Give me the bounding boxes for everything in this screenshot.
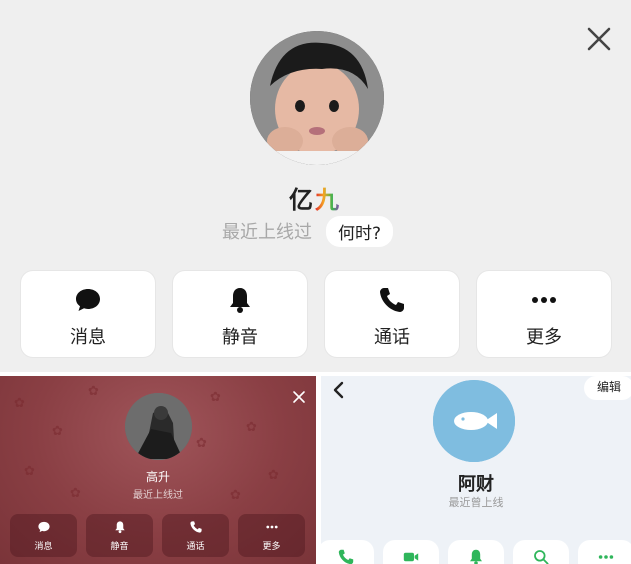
phone-icon xyxy=(380,288,404,312)
bell-icon xyxy=(114,521,125,534)
bell-icon xyxy=(230,288,250,313)
more-dots-icon xyxy=(598,555,614,559)
contact-name: 阿财 xyxy=(458,474,494,495)
message-button[interactable]: 消息 xyxy=(10,514,77,557)
message-label: 消息 xyxy=(34,542,53,552)
last-seen-status: 最近上线过 xyxy=(222,222,312,243)
more-label: 更多 xyxy=(526,327,562,348)
more-dots-icon xyxy=(532,297,556,303)
mute-button[interactable] xyxy=(448,540,504,564)
call-button[interactable]: 通话 xyxy=(162,514,229,557)
call-label: 通话 xyxy=(186,542,205,552)
video-camera-icon xyxy=(403,552,419,562)
contact-name: 亿九 xyxy=(289,186,341,214)
more-label: 更多 xyxy=(262,542,281,552)
edit-button[interactable]: 编辑 xyxy=(584,376,631,400)
avatar[interactable] xyxy=(250,31,384,165)
more-button[interactable]: 更多 xyxy=(238,514,305,557)
more-button[interactable]: 更多 xyxy=(477,271,611,357)
close-icon[interactable] xyxy=(291,389,307,405)
message-button[interactable]: 消息 xyxy=(21,271,155,357)
bell-icon xyxy=(470,549,482,564)
name-decoration: 九 xyxy=(315,186,341,214)
mute-button[interactable]: 静音 xyxy=(86,514,153,557)
video-call-button[interactable] xyxy=(383,540,439,564)
mute-label: 静音 xyxy=(110,542,129,552)
call-button[interactable] xyxy=(321,540,374,564)
search-button[interactable] xyxy=(513,540,569,564)
contact-name: 高升 xyxy=(145,470,170,484)
call-button[interactable]: 通话 xyxy=(325,271,459,357)
avatar[interactable] xyxy=(433,380,515,462)
close-icon[interactable] xyxy=(584,24,614,54)
message-bubble-icon xyxy=(37,521,50,533)
last-seen-status: 最近曾上线 xyxy=(448,496,504,509)
more-dots-icon xyxy=(265,525,278,529)
avatar[interactable] xyxy=(125,393,192,460)
last-seen-status: 最近上线过 xyxy=(133,490,183,501)
more-button[interactable] xyxy=(578,540,631,564)
profile-panel-ios: 编辑 阿财 最近曾上线 xyxy=(321,376,631,564)
phone-icon xyxy=(189,521,202,533)
when-button[interactable]: 何时? xyxy=(326,215,394,247)
back-arrow-icon[interactable] xyxy=(329,380,349,400)
mute-button[interactable]: 静音 xyxy=(173,271,307,357)
search-icon xyxy=(534,550,549,564)
phone-icon xyxy=(338,549,354,564)
profile-panel-themed: ✿ ✿ ✿ ✿ ✿ ✿ ✿ ✿ ✿ ✿ 高升 最近上线过 消息 静音 通话 更多 xyxy=(0,376,316,564)
message-label: 消息 xyxy=(70,327,106,348)
call-label: 通话 xyxy=(374,327,410,348)
message-bubble-icon xyxy=(76,289,100,311)
status-row: 最近上线过 何时? xyxy=(222,215,394,247)
mute-label: 静音 xyxy=(222,327,258,348)
profile-panel-light: 亿九 最近上线过 何时? 消息 静音 通话 更多 xyxy=(0,0,631,372)
